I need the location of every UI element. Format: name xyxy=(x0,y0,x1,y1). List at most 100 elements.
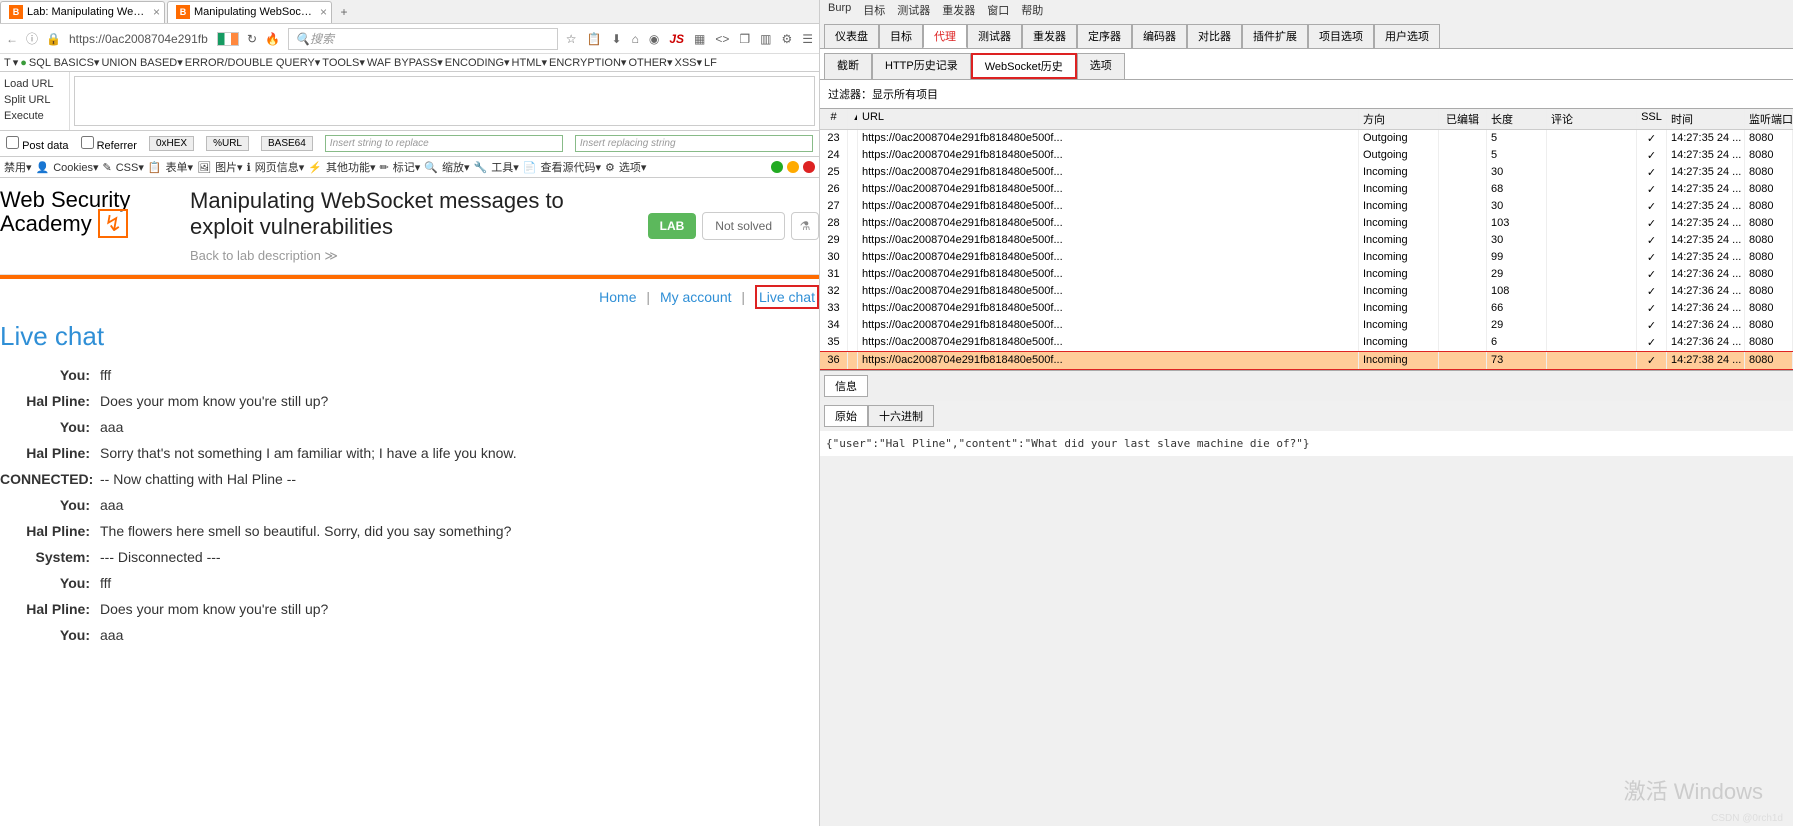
link-chat[interactable]: Live chat xyxy=(755,285,819,309)
grid-row[interactable]: 35https://0ac2008704e291fb818480e500f...… xyxy=(820,334,1793,351)
link-account[interactable]: My account xyxy=(660,289,732,305)
tb-cookies[interactable]: Cookies▾ xyxy=(53,161,98,174)
col-dir[interactable]: 方向 xyxy=(1359,109,1439,129)
star-icon[interactable]: ☆ xyxy=(566,32,577,46)
browser-tab-0[interactable]: B Lab: Manipulating Web... × xyxy=(0,1,165,23)
bm-burp[interactable]: Burp xyxy=(828,2,851,18)
info-icon[interactable]: ⓘ xyxy=(26,30,38,47)
burp-tab[interactable]: 定序器 xyxy=(1077,24,1132,48)
tb-zoom[interactable]: 缩放▾ xyxy=(442,159,470,175)
filter-bar[interactable]: 过滤器：显示所有项目 xyxy=(820,79,1793,109)
col-len[interactable]: 长度 xyxy=(1487,109,1547,129)
col-url[interactable]: URL xyxy=(858,109,1359,129)
execute[interactable]: Execute xyxy=(4,108,65,124)
col-port[interactable]: 监听端口 xyxy=(1745,109,1793,129)
window-icon[interactable]: ❐ xyxy=(739,32,750,46)
menu-waf[interactable]: WAF BYPASS▾ xyxy=(367,56,443,69)
burp-tab[interactable]: 对比器 xyxy=(1187,24,1242,48)
download-icon[interactable]: ⬇ xyxy=(612,32,622,46)
url-text[interactable]: https://0ac2008704e291fb xyxy=(69,32,209,46)
bm-help[interactable]: 帮助 xyxy=(1021,2,1043,18)
grid-row[interactable]: 28https://0ac2008704e291fb818480e500f...… xyxy=(820,215,1793,232)
menu-html[interactable]: HTML▾ xyxy=(512,56,547,69)
flask-icon[interactable]: ⚗ xyxy=(791,212,819,240)
tb-other[interactable]: 其他功能▾ xyxy=(326,159,376,175)
burp-tab[interactable]: 目标 xyxy=(879,24,923,48)
back-link[interactable]: Back to lab description ≫ xyxy=(190,248,338,264)
grid-row[interactable]: 25https://0ac2008704e291fb818480e500f...… xyxy=(820,164,1793,181)
hackbar-input[interactable] xyxy=(74,76,815,126)
home-icon[interactable]: ⌂ xyxy=(632,32,639,46)
grid-row[interactable]: 32https://0ac2008704e291fb818480e500f...… xyxy=(820,283,1793,300)
burp-tab[interactable]: 项目选项 xyxy=(1308,24,1374,48)
grid-row[interactable]: 30https://0ac2008704e291fb818480e500f...… xyxy=(820,249,1793,266)
grid-row[interactable]: 26https://0ac2008704e291fb818480e500f...… xyxy=(820,181,1793,198)
grid-row[interactable]: 23https://0ac2008704e291fb818480e500f...… xyxy=(820,130,1793,147)
grid-row[interactable]: 36https://0ac2008704e291fb818480e500f...… xyxy=(820,351,1793,370)
close-icon[interactable]: × xyxy=(153,5,160,19)
tb-info[interactable]: 网页信息▾ xyxy=(255,159,305,175)
grid-icon[interactable]: ▦ xyxy=(694,32,705,46)
tag-icon[interactable]: <> xyxy=(715,32,729,46)
col-comment[interactable]: 评论 xyxy=(1547,109,1637,129)
eye-icon[interactable]: ◉ xyxy=(649,32,659,46)
grid-row[interactable]: 34https://0ac2008704e291fb818480e500f...… xyxy=(820,317,1793,334)
proxy-subtab[interactable]: HTTP历史记录 xyxy=(872,53,971,79)
new-tab-button[interactable]: + xyxy=(334,5,354,19)
postdata-check[interactable]: Post data xyxy=(6,136,69,152)
b64-button[interactable]: BASE64 xyxy=(261,136,313,151)
burp-tab[interactable]: 仪表盘 xyxy=(824,24,879,48)
grid-row[interactable]: 24https://0ac2008704e291fb818480e500f...… xyxy=(820,147,1793,164)
gear-icon[interactable]: ⚙ xyxy=(781,32,792,46)
replace-from[interactable]: Insert string to replace xyxy=(325,135,563,152)
book-icon[interactable]: ▥ xyxy=(760,32,771,46)
col-time[interactable]: 时间 xyxy=(1667,109,1745,129)
clipboard-icon[interactable]: 📋 xyxy=(587,32,602,46)
tb-disable[interactable]: 禁用▾ xyxy=(4,159,32,175)
col-ssl[interactable]: SSL xyxy=(1637,109,1667,129)
split-url[interactable]: Split URL xyxy=(4,92,65,108)
load-url[interactable]: Load URL xyxy=(4,76,65,92)
url-button[interactable]: %URL xyxy=(206,136,249,151)
hex-tab[interactable]: 十六进制 xyxy=(868,405,934,427)
burp-tab[interactable]: 重发器 xyxy=(1022,24,1077,48)
menu-lf[interactable]: LF xyxy=(704,57,717,69)
menu-t[interactable]: T xyxy=(4,57,11,69)
flag-icon[interactable] xyxy=(217,32,239,46)
menu-tools[interactable]: TOOLS▾ xyxy=(322,56,365,69)
tb-forms[interactable]: 表单▾ xyxy=(166,159,194,175)
tb-mark[interactable]: 标记▾ xyxy=(393,159,421,175)
menu-sql[interactable]: SQL BASICS▾ xyxy=(29,56,100,69)
bm-repeater[interactable]: 重发器 xyxy=(942,2,975,18)
raw-tab[interactable]: 原始 xyxy=(824,405,868,427)
tb-tools[interactable]: 工具▾ xyxy=(491,159,519,175)
menu-other[interactable]: OTHER▾ xyxy=(628,56,672,69)
hex-button[interactable]: 0xHEX xyxy=(149,136,194,151)
bm-window[interactable]: 窗口 xyxy=(987,2,1009,18)
grid-row[interactable]: 31https://0ac2008704e291fb818480e500f...… xyxy=(820,266,1793,283)
menu-xss[interactable]: XSS▾ xyxy=(675,56,703,69)
close-icon[interactable]: × xyxy=(320,5,327,19)
search-input[interactable]: 🔍 搜索 xyxy=(288,28,558,50)
firebug-icon[interactable]: 🔥 xyxy=(265,32,280,46)
grid-row[interactable]: 33https://0ac2008704e291fb818480e500f...… xyxy=(820,300,1793,317)
replace-to[interactable]: Insert replacing string xyxy=(575,135,813,152)
menu-crypt[interactable]: ENCRYPTION▾ xyxy=(549,56,626,69)
bm-target[interactable]: 目标 xyxy=(863,2,885,18)
menu-union[interactable]: UNION BASED▾ xyxy=(101,56,182,69)
bm-intruder[interactable]: 测试器 xyxy=(897,2,930,18)
tb-css[interactable]: CSS▾ xyxy=(116,161,144,174)
message-body[interactable]: {"user":"Hal Pline","content":"What did … xyxy=(820,431,1793,456)
refresh-icon[interactable]: ↻ xyxy=(247,32,257,46)
grid-row[interactable]: 29https://0ac2008704e291fb818480e500f...… xyxy=(820,232,1793,249)
link-home[interactable]: Home xyxy=(599,289,636,305)
menu-error[interactable]: ERROR/DOUBLE QUERY▾ xyxy=(185,56,321,69)
menu-icon[interactable]: ☰ xyxy=(802,32,813,46)
burp-tab[interactable]: 测试器 xyxy=(967,24,1022,48)
proxy-subtab[interactable]: 截断 xyxy=(824,53,872,79)
burp-tab[interactable]: 用户选项 xyxy=(1374,24,1440,48)
info-tab[interactable]: 信息 xyxy=(824,375,868,397)
referrer-check[interactable]: Referrer xyxy=(81,136,137,152)
back-icon[interactable]: ← xyxy=(6,32,18,46)
proxy-subtab[interactable]: 选项 xyxy=(1077,53,1125,79)
